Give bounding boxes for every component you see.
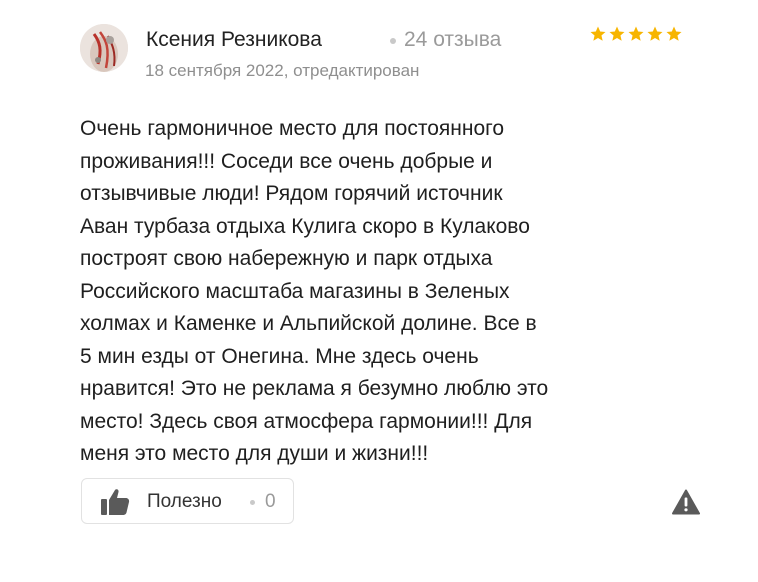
avatar[interactable]	[80, 24, 128, 72]
star-icon	[590, 26, 606, 41]
thumbs-up-icon	[101, 489, 130, 515]
useful-label: Полезно	[147, 491, 222, 512]
report-button[interactable]	[672, 489, 700, 515]
warning-triangle-icon	[672, 489, 700, 515]
rating-stars	[589, 25, 683, 43]
review-text: Очень гармоничное место для постоянного …	[80, 117, 549, 465]
author-review-count[interactable]: 24 отзыва	[404, 27, 501, 53]
author-name[interactable]: Ксения Резникова	[146, 27, 322, 53]
separator-dot	[250, 500, 255, 505]
star-icon	[628, 26, 644, 41]
useful-button[interactable]: Полезно 0	[81, 478, 294, 524]
useful-count: 0	[265, 491, 276, 512]
star-icon	[647, 26, 663, 41]
star-icon	[666, 26, 682, 41]
review-card: Ксения Резникова 24 отзыва 18 сентября 2…	[0, 0, 758, 582]
separator-dot	[390, 38, 396, 44]
review-date: 18 сентября 2022, отредактирован	[145, 61, 420, 80]
star-icon	[609, 26, 625, 41]
